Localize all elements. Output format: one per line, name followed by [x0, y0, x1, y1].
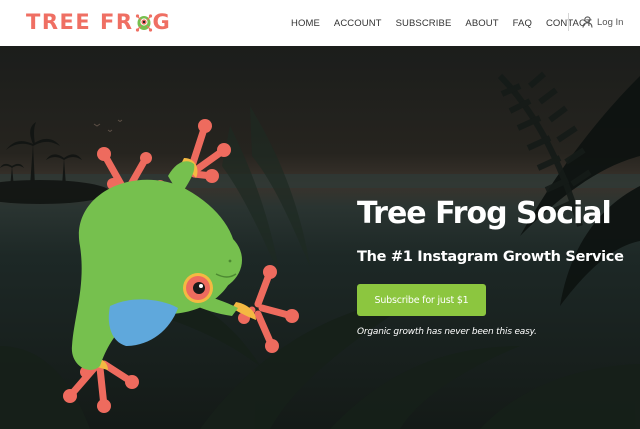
hero-tagline: Organic growth has never been this easy. [357, 327, 537, 337]
tree-frog-logo[interactable]: TREE FR G [26, 10, 170, 34]
nav-item-home[interactable]: HOME [291, 18, 320, 29]
login-link[interactable]: Log In [582, 14, 623, 30]
subscribe-cta-button[interactable]: Subscribe for just $1 [357, 284, 486, 316]
login-label: Log In [597, 16, 624, 28]
nav-item-faq[interactable]: FAQ [513, 18, 532, 29]
hero-section: Tree Frog Social The #1 Instagram Growth… [0, 46, 640, 429]
frog-icon [135, 14, 152, 32]
nav-item-about[interactable]: ABOUT [465, 18, 498, 29]
nav-divider [568, 13, 569, 31]
logo-wordmark-end: G [152, 10, 170, 34]
hero-title: Tree Frog Social [357, 196, 612, 231]
logo-wordmark: TREE FR [26, 10, 134, 34]
subscribe-cta-label: Subscribe for just $1 [374, 294, 469, 306]
nav-item-subscribe[interactable]: SUBSCRIBE [396, 18, 452, 29]
nav-item-account[interactable]: ACCOUNT [334, 18, 382, 29]
user-icon [582, 16, 593, 28]
top-navigation-bar: TREE FR G HOME ACCOUNT SUBSCRIBE ABOUT F… [0, 0, 640, 46]
hero-background [0, 46, 640, 429]
hero-subtitle: The #1 Instagram Growth Service [357, 249, 624, 265]
main-navigation: HOME ACCOUNT SUBSCRIBE ABOUT FAQ CONTACT [291, 0, 606, 46]
